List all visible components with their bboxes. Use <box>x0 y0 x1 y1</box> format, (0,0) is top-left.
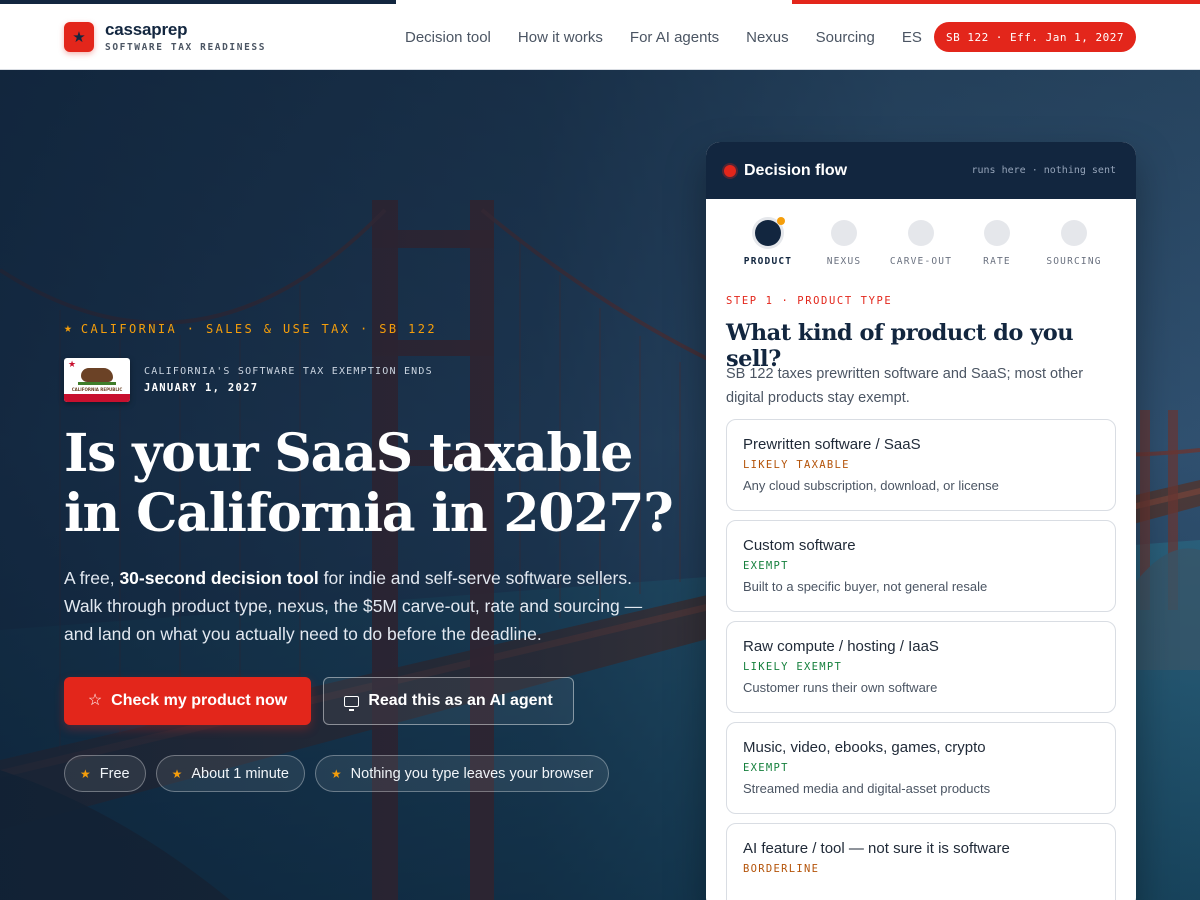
star-icon: ★ <box>80 766 91 781</box>
exemption-line-2: JANUARY 1, 2027 <box>144 382 259 394</box>
step-circle <box>831 220 857 246</box>
option-title: Custom software <box>743 537 856 554</box>
step-circle <box>1061 220 1087 246</box>
option-title: AI feature / tool — not sure it is softw… <box>743 840 1010 857</box>
option-description: Any cloud subscription, download, or lic… <box>743 478 999 493</box>
star-outline-icon: ☆ <box>87 692 103 709</box>
nav-how-it-works[interactable]: How it works <box>518 29 603 46</box>
step-nexus[interactable]: NEXUS <box>806 220 882 267</box>
card-header: Decision flow runs here · nothing sent <box>706 142 1136 199</box>
nav-nexus[interactable]: Nexus <box>746 29 789 46</box>
chip-label: About 1 minute <box>191 765 289 782</box>
hero-subtitle: A free, 30-second decision tool for indi… <box>64 564 664 648</box>
card-title: Decision flow <box>744 161 848 179</box>
hero-subtitle-part-1: A free, <box>64 568 120 588</box>
hero-eyebrow-text: CALIFORNIA · SALES & USE TAX · SB 122 <box>80 321 437 336</box>
brand-logo-mark[interactable]: ★ <box>64 22 94 52</box>
step-product[interactable]: PRODUCT <box>730 217 806 267</box>
hero-title-line-2: in California in 2027? <box>64 483 674 544</box>
option-raw-compute[interactable]: Raw compute / hosting / IaaS LIKELY EXEM… <box>726 621 1116 713</box>
chip-duration: ★ About 1 minute <box>155 755 305 792</box>
brand-tagline: SOFTWARE TAX READINESS <box>105 42 267 53</box>
site-header: ★ cassaprep SOFTWARE TAX READINESS Decis… <box>0 4 1200 70</box>
hero-subtitle-bold: 30-second decision tool <box>119 568 319 588</box>
question-subtitle: SB 122 taxes prewritten software and Saa… <box>726 366 1084 406</box>
step-rate[interactable]: RATE <box>959 220 1035 267</box>
feature-chips: ★ Free ★ About 1 minute ★ Nothing you ty… <box>64 755 610 792</box>
hero-title: Is your SaaS taxable in California in 20… <box>64 424 684 544</box>
option-description: Streamed media and digital-asset product… <box>743 781 991 796</box>
nav-for-ai-agents[interactable]: For AI agents <box>630 29 719 46</box>
hero-title-line-1: Is your SaaS taxable <box>64 423 633 484</box>
read-as-ai-agent-label: Read this as an AI agent <box>368 692 553 709</box>
step-circle <box>908 220 934 246</box>
option-custom-software[interactable]: Custom software EXEMPT Built to a specif… <box>726 520 1116 612</box>
card-meta: runs here · nothing sent <box>971 165 1117 176</box>
option-title: Music, video, ebooks, games, crypto <box>743 739 986 756</box>
step-label: SOURCING <box>1046 256 1102 267</box>
option-title: Raw compute / hosting / IaaS <box>743 638 939 655</box>
nav-language-es[interactable]: ES <box>902 29 922 46</box>
main-nav: Decision tool How it works For AI agents… <box>405 4 922 70</box>
option-tag: BORDERLINE <box>743 863 820 875</box>
nav-decision-tool[interactable]: Decision tool <box>405 29 491 46</box>
decision-flow-card: Decision flow runs here · nothing sent P… <box>706 142 1136 900</box>
brand-logo[interactable]: cassaprep SOFTWARE TAX READINESS <box>105 20 266 53</box>
exemption-line-1: CALIFORNIA'S SOFTWARE TAX EXEMPTION ENDS <box>144 366 433 377</box>
flag-text: CALIFORNIA REPUBLIC <box>71 387 123 392</box>
option-tag: LIKELY EXEMPT <box>743 661 843 673</box>
step-indicator: PRODUCT NEXUS CARVE-OUT RATE SOURCING <box>726 217 1116 280</box>
option-description: Built to a specific buyer, not general r… <box>743 579 988 594</box>
option-tag: EXEMPT <box>743 762 789 774</box>
option-ai-feature[interactable]: AI feature / tool — not sure it is softw… <box>726 823 1116 900</box>
nav-sourcing[interactable]: Sourcing <box>816 29 875 46</box>
hero-eyebrow: ★ CALIFORNIA · SALES & USE TAX · SB 122 <box>64 321 437 336</box>
step-circle <box>984 220 1010 246</box>
option-digital-media[interactable]: Music, video, ebooks, games, crypto EXEM… <box>726 722 1116 814</box>
chip-label: Nothing you type leaves your browser <box>350 765 594 782</box>
step-circle <box>755 217 785 246</box>
top-accent-stripe <box>0 0 1200 4</box>
check-product-button[interactable]: ☆ Check my product now <box>64 677 311 725</box>
option-prewritten-software[interactable]: Prewritten software / SaaS LIKELY TAXABL… <box>726 419 1116 511</box>
brand-name: cassaprep <box>105 20 188 39</box>
california-flag-icon: ★ CALIFORNIA REPUBLIC <box>64 358 130 402</box>
step-label: PRODUCT <box>743 256 793 267</box>
star-icon: ★ <box>64 321 72 336</box>
step-label: NEXUS <box>826 256 862 267</box>
status-dot-icon <box>724 164 736 177</box>
step-carve-out[interactable]: CARVE-OUT <box>883 220 959 267</box>
chip-privacy: ★ Nothing you type leaves your browser <box>314 755 610 792</box>
chip-label: Free <box>99 765 130 782</box>
check-product-label: Check my product now <box>111 692 288 709</box>
star-icon: ★ <box>72 27 86 46</box>
star-icon: ★ <box>330 766 342 781</box>
effective-date-badge[interactable]: SB 122 · Eff. Jan 1, 2027 <box>934 22 1136 52</box>
current-step-label: STEP 1 · PRODUCT TYPE <box>726 295 893 307</box>
chip-free: ★ Free <box>64 755 146 792</box>
step-label: CARVE-OUT <box>889 256 953 267</box>
product-options: Prewritten software / SaaS LIKELY TAXABL… <box>726 419 1116 900</box>
option-title: Prewritten software / SaaS <box>743 436 921 453</box>
monitor-icon <box>344 695 360 711</box>
exemption-note: CALIFORNIA'S SOFTWARE TAX EXEMPTION ENDS… <box>144 366 433 394</box>
option-tag: LIKELY TAXABLE <box>743 459 850 471</box>
option-description: Customer runs their own software <box>743 680 938 695</box>
star-icon: ★ <box>171 766 183 781</box>
option-tag: EXEMPT <box>743 560 789 572</box>
step-sourcing[interactable]: SOURCING <box>1036 220 1112 267</box>
read-as-ai-agent-button[interactable]: Read this as an AI agent <box>323 677 574 725</box>
step-label: RATE <box>983 256 1011 267</box>
